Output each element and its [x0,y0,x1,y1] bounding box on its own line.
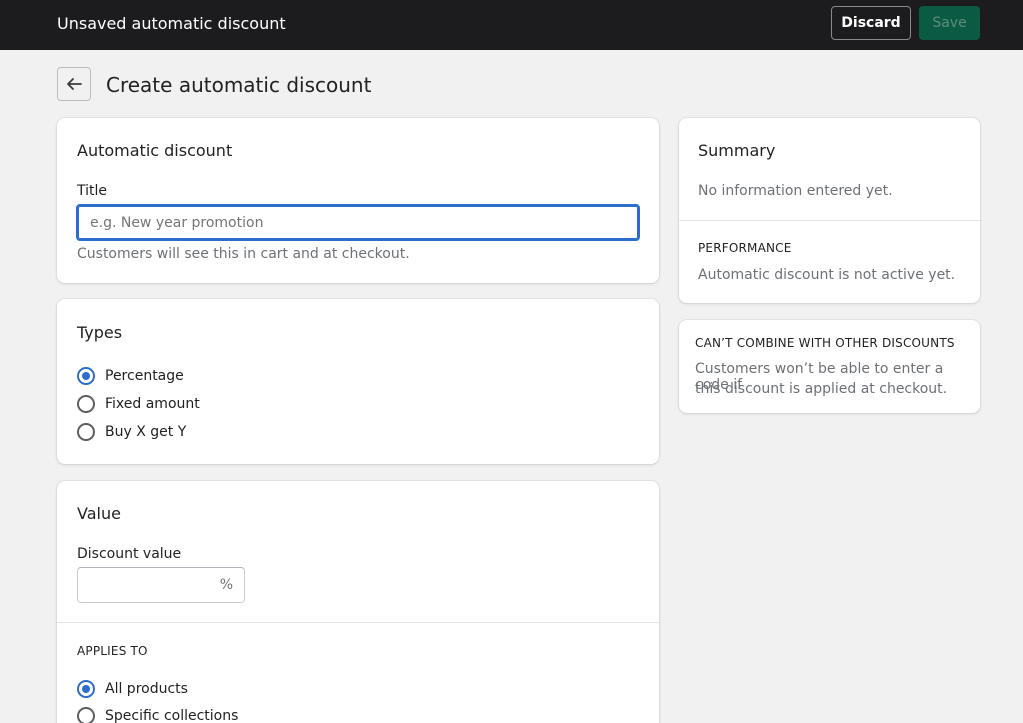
save-button[interactable]: Save [919,6,980,40]
types-card: Types Percentage Fixed amount Buy X get … [57,299,659,464]
radio-label: Fixed amount [105,396,200,412]
title-input[interactable] [76,204,640,241]
title-help-text: Customers will see this in cart and at c… [77,246,410,262]
arrow-left-icon [67,78,82,90]
discount-value-input[interactable]: % [77,567,245,603]
type-option-buy-x-get-y[interactable]: Buy X get Y [77,423,186,441]
radio-unchecked-icon[interactable] [77,395,95,413]
unsaved-title: Unsaved automatic discount [57,14,286,33]
section-divider [57,622,659,623]
summary-heading: Summary [698,141,776,160]
combine-text-line2: this discount is applied at checkout. [695,381,948,397]
performance-heading: PERFORMANCE [698,241,792,255]
performance-text: Automatic discount is not active yet. [698,267,956,283]
discard-button[interactable]: Discard [831,6,911,40]
top-bar: Unsaved automatic discount Discard Save [0,0,1023,50]
value-card: Value Discount value % APPLIES TO All pr… [57,481,659,723]
section-divider [679,220,980,221]
radio-unchecked-icon[interactable] [77,423,95,441]
radio-label: Buy X get Y [105,424,187,440]
radio-checked-icon[interactable] [77,680,95,698]
applies-option-specific-collections[interactable]: Specific collections [77,707,238,723]
page-title: Create automatic discount [106,73,372,97]
back-button[interactable] [57,67,91,101]
summary-card: Summary No information entered yet. PERF… [679,118,980,303]
percent-suffix: % [219,577,233,593]
applies-to-heading: APPLIES TO [77,644,148,658]
radio-checked-icon[interactable] [77,367,95,385]
card-heading: Types [77,323,123,342]
summary-empty-text: No information entered yet. [698,183,893,199]
radio-label: Percentage [105,368,184,384]
radio-unchecked-icon[interactable] [77,707,95,723]
combine-heading: CAN’T COMBINE WITH OTHER DISCOUNTS [695,336,955,350]
automatic-discount-card: Automatic discount Title Customers will … [57,118,659,283]
card-heading: Automatic discount [77,141,233,160]
type-option-fixed-amount[interactable]: Fixed amount [77,395,200,413]
discount-value-label: Discount value [77,546,182,562]
card-heading: Value [77,504,121,523]
type-option-percentage[interactable]: Percentage [77,367,184,385]
combine-info-card: CAN’T COMBINE WITH OTHER DISCOUNTS Custo… [679,320,980,413]
applies-option-all-products[interactable]: All products [77,680,188,698]
title-label: Title [77,183,108,199]
radio-label: Specific collections [105,708,239,723]
radio-label: All products [105,681,188,697]
